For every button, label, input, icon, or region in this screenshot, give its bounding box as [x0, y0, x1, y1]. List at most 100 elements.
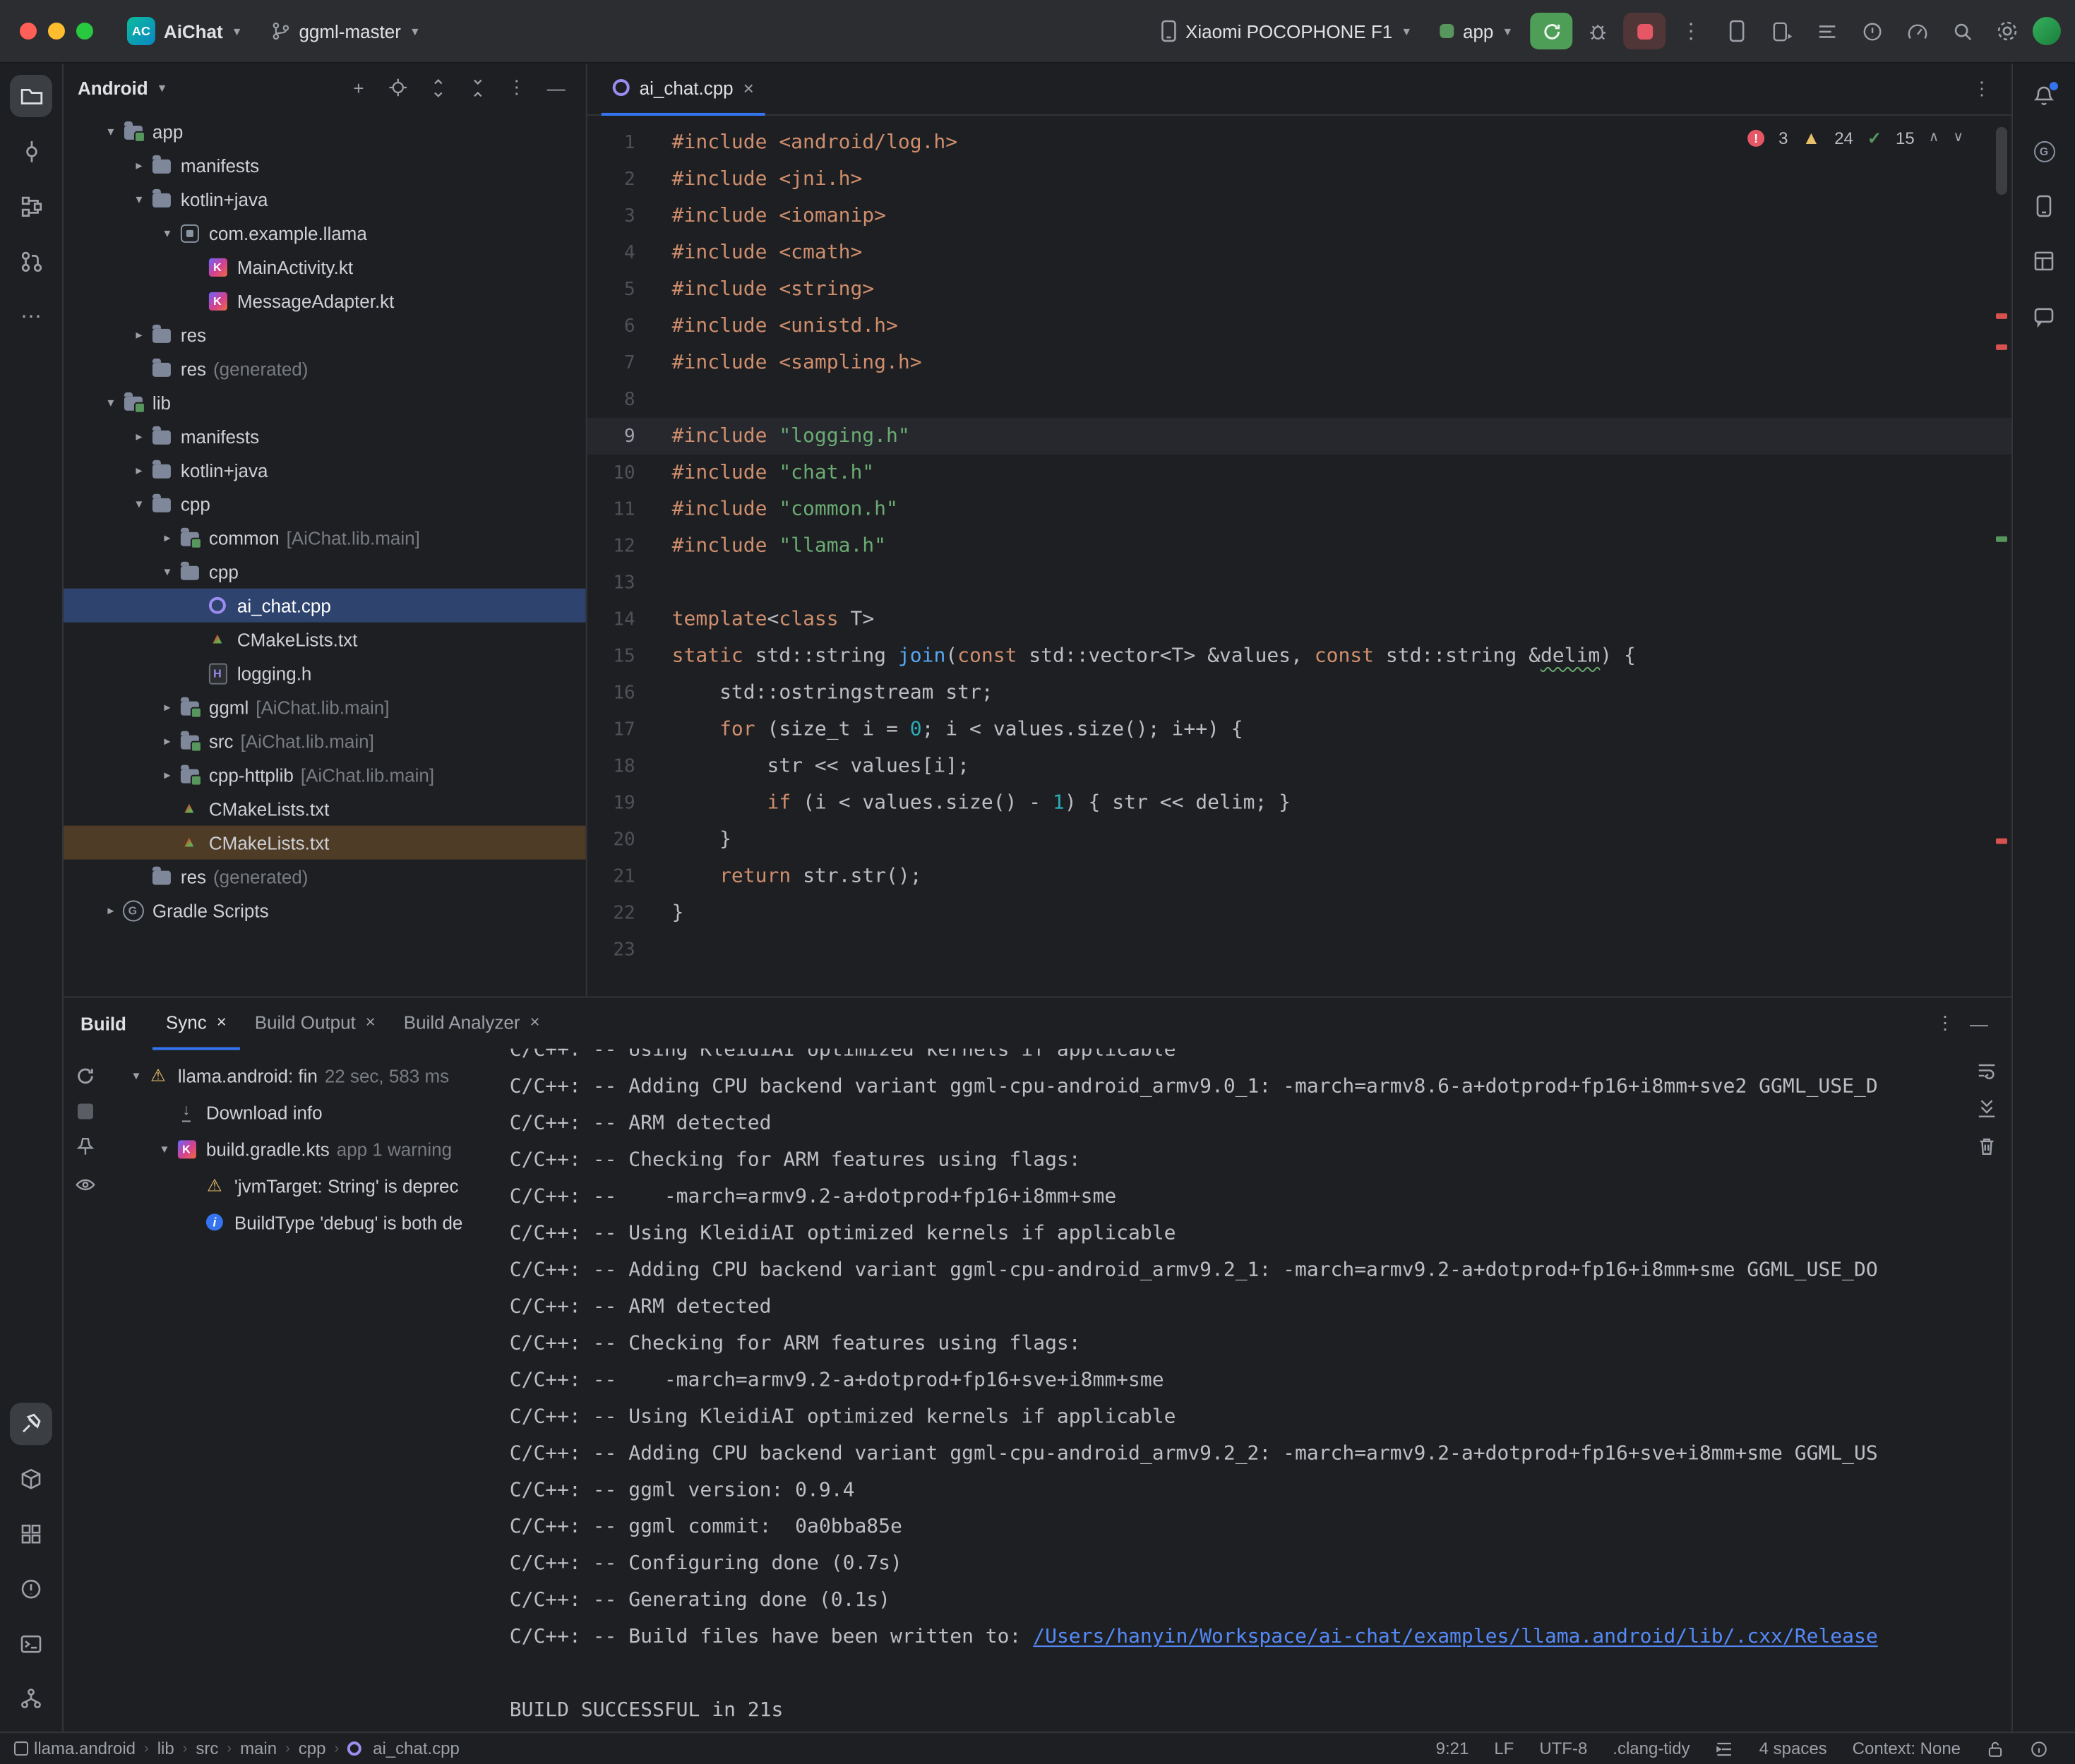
build-caption[interactable]: Build	[80, 1012, 126, 1033]
more-options-button[interactable]: ⋮	[501, 72, 532, 103]
expand-all-button[interactable]	[422, 72, 453, 103]
close-tab-icon[interactable]: ×	[366, 1012, 376, 1031]
tree-item-download-info[interactable]: ↓Download info	[106, 1093, 504, 1130]
hide-panel-button[interactable]: —	[541, 72, 572, 103]
rerun-sync-button[interactable]	[74, 1065, 95, 1086]
chevron-down-icon[interactable]: ▾	[100, 124, 121, 139]
tree-item-ai-chat-cpp[interactable]: ai_chat.cpp	[64, 589, 586, 623]
breadcrumb-item-cpp[interactable]: cpp	[299, 1739, 326, 1758]
hide-build-panel-button[interactable]: —	[1963, 1008, 1995, 1039]
tree-item-res[interactable]: ▸res	[64, 318, 586, 352]
scroll-to-end-button[interactable]	[1976, 1098, 1997, 1119]
code-line-17[interactable]: 17 for (size_t i = 0; i < values.size();…	[587, 712, 2011, 748]
code-line-8[interactable]: 8	[587, 381, 2011, 418]
chevron-down-icon[interactable]: ▾	[157, 564, 178, 580]
code-line-19[interactable]: 19 if (i < values.size() - 1) { str << d…	[587, 785, 2011, 822]
code-line-6[interactable]: 6#include <unistd.h>	[587, 308, 2011, 344]
code-line-12[interactable]: 12#include "llama.h"	[587, 528, 2011, 565]
commit-toolwindow-button[interactable]	[10, 130, 52, 172]
console-link[interactable]: /Users/hanyin/Workspace/ai-chat/examples…	[1033, 1626, 1877, 1648]
settings-button[interactable]	[1987, 11, 2027, 51]
notifications-button[interactable]	[2023, 75, 2065, 117]
tree-item-manifests[interactable]: ▸manifests	[64, 419, 586, 453]
error-stripe-mark[interactable]	[1996, 313, 2007, 319]
locate-file-button[interactable]	[383, 72, 414, 103]
chevron-right-icon[interactable]: ▸	[157, 767, 178, 783]
device-manager-toolwindow-button[interactable]	[2023, 185, 2065, 227]
run-button[interactable]	[1530, 13, 1572, 49]
tree-item-buildtype-debug-is-both-de[interactable]: iBuildType 'debug' is both de	[106, 1204, 504, 1240]
tree-item-messageadapter-kt[interactable]: KMessageAdapter.kt	[64, 284, 586, 318]
run-configuration-selector[interactable]: app ▼	[1429, 15, 1524, 47]
sync-console[interactable]: C/C++: -- Using KleidiAI optimized kerne…	[504, 1048, 2011, 1732]
tree-item-mainactivity-kt[interactable]: KMainActivity.kt	[64, 250, 586, 284]
version-control-toolwindow-button[interactable]	[10, 1678, 52, 1720]
breadcrumb-item-llama-android[interactable]: llama.android	[34, 1739, 136, 1758]
services-toolwindow-button[interactable]	[10, 1513, 52, 1555]
collapse-all-button[interactable]	[462, 72, 493, 103]
chevron-down-icon[interactable]: ▾	[128, 496, 150, 512]
filter-button[interactable]	[74, 1174, 95, 1195]
search-everywhere-button[interactable]	[1942, 11, 1982, 51]
error-stripe-mark[interactable]	[1996, 344, 2007, 350]
chevron-down-icon[interactable]: ▾	[100, 395, 121, 410]
running-devices-button[interactable]	[1762, 11, 1801, 51]
code-line-3[interactable]: 3#include <iomanip>	[587, 198, 2011, 234]
layout-inspector-toolwindow-button[interactable]	[2023, 240, 2065, 282]
code-line-14[interactable]: 14template<class T>	[587, 601, 2011, 638]
code-line-10[interactable]: 10#include "chat.h"	[587, 455, 2011, 491]
code-line-9[interactable]: 9#include "logging.h"	[587, 418, 2011, 455]
reader-mode-button[interactable]	[2017, 1739, 2061, 1758]
debug-button[interactable]	[1578, 11, 1617, 51]
macos-close-button[interactable]	[20, 23, 37, 40]
error-stripe-mark[interactable]	[1996, 536, 2007, 542]
device-manager-button[interactable]	[1716, 11, 1756, 51]
chevron-down-icon[interactable]: ▾	[128, 191, 150, 207]
code-line-22[interactable]: 22}	[587, 895, 2011, 932]
app-quality-insights-button[interactable]	[1852, 11, 1891, 51]
vcs-branch-widget[interactable]: ggml-master ▼	[259, 15, 431, 47]
chevron-right-icon[interactable]: ▸	[128, 157, 150, 173]
tree-item-cpp[interactable]: ▾cpp	[64, 555, 586, 589]
close-tab-icon[interactable]: ×	[743, 77, 754, 98]
code-line-2[interactable]: 2#include <jni.h>	[587, 161, 2011, 198]
editor-tab-ai-chat-cpp[interactable]: ai_chat.cpp ×	[602, 63, 765, 115]
tree-item-logging-h[interactable]: Hlogging.h	[64, 656, 586, 690]
editor-more-options-button[interactable]: ⋮	[1966, 73, 1997, 104]
pull-requests-toolwindow-button[interactable]	[10, 240, 52, 282]
previous-problem-button[interactable]: ∧	[1929, 130, 1939, 145]
code-line-5[interactable]: 5#include <string>	[587, 271, 2011, 308]
inspections-widget[interactable]: !3 ▲24 ✓15 ∧ ∨	[1747, 127, 1963, 148]
code-line-18[interactable]: 18 str << values[i];	[587, 748, 2011, 785]
build-tab-sync[interactable]: Sync×	[152, 997, 241, 1050]
chevron-right-icon[interactable]: ▸	[100, 903, 121, 918]
tree-item-cmakelists-txt[interactable]: ▲CMakeLists.txt	[64, 792, 586, 826]
macos-zoom-button[interactable]	[76, 23, 93, 40]
caret-position[interactable]: 9:21	[1423, 1739, 1482, 1758]
build-tab-build-output[interactable]: Build Output×	[241, 997, 390, 1050]
chevron-right-icon[interactable]: ▸	[128, 327, 150, 342]
tree-item-cpp[interactable]: ▾cpp	[64, 487, 586, 521]
indent-indicator[interactable]: 4 spaces	[1747, 1739, 1840, 1758]
code-line-4[interactable]: 4#include <cmath>	[587, 234, 2011, 271]
close-tab-icon[interactable]: ×	[530, 1012, 539, 1031]
tree-item-res[interactable]: res(generated)	[64, 352, 586, 385]
chevron-down-icon[interactable]: ▾	[154, 1141, 175, 1156]
encoding-indicator[interactable]: UTF-8	[1526, 1739, 1600, 1758]
stop-sync-button[interactable]	[77, 1103, 92, 1119]
code-line-23[interactable]: 23	[587, 932, 2011, 968]
next-problem-button[interactable]: ∨	[1953, 130, 1963, 145]
problems-toolwindow-button[interactable]	[10, 1568, 52, 1610]
inspections-toggle[interactable]	[1703, 1739, 1747, 1758]
soft-wrap-button[interactable]	[1976, 1060, 1997, 1081]
tree-item-jvmtarget-string-is-deprec[interactable]: ⚠'jvmTarget: String' is deprec	[106, 1167, 504, 1204]
chevron-down-icon[interactable]: ▾	[157, 225, 178, 241]
tree-item-kotlin-java[interactable]: ▾kotlin+java	[64, 182, 586, 216]
clang-tidy-indicator[interactable]: .clang-tidy	[1600, 1739, 1702, 1758]
project-view-selector[interactable]: Android	[78, 77, 148, 98]
more-toolwindows-button[interactable]: ⋯	[10, 295, 52, 337]
chevron-right-icon[interactable]: ▸	[157, 530, 178, 546]
code-line-20[interactable]: 20 }	[587, 822, 2011, 858]
build-more-options-button[interactable]: ⋮	[1930, 1008, 1961, 1039]
structure-toolwindow-button[interactable]	[10, 185, 52, 227]
